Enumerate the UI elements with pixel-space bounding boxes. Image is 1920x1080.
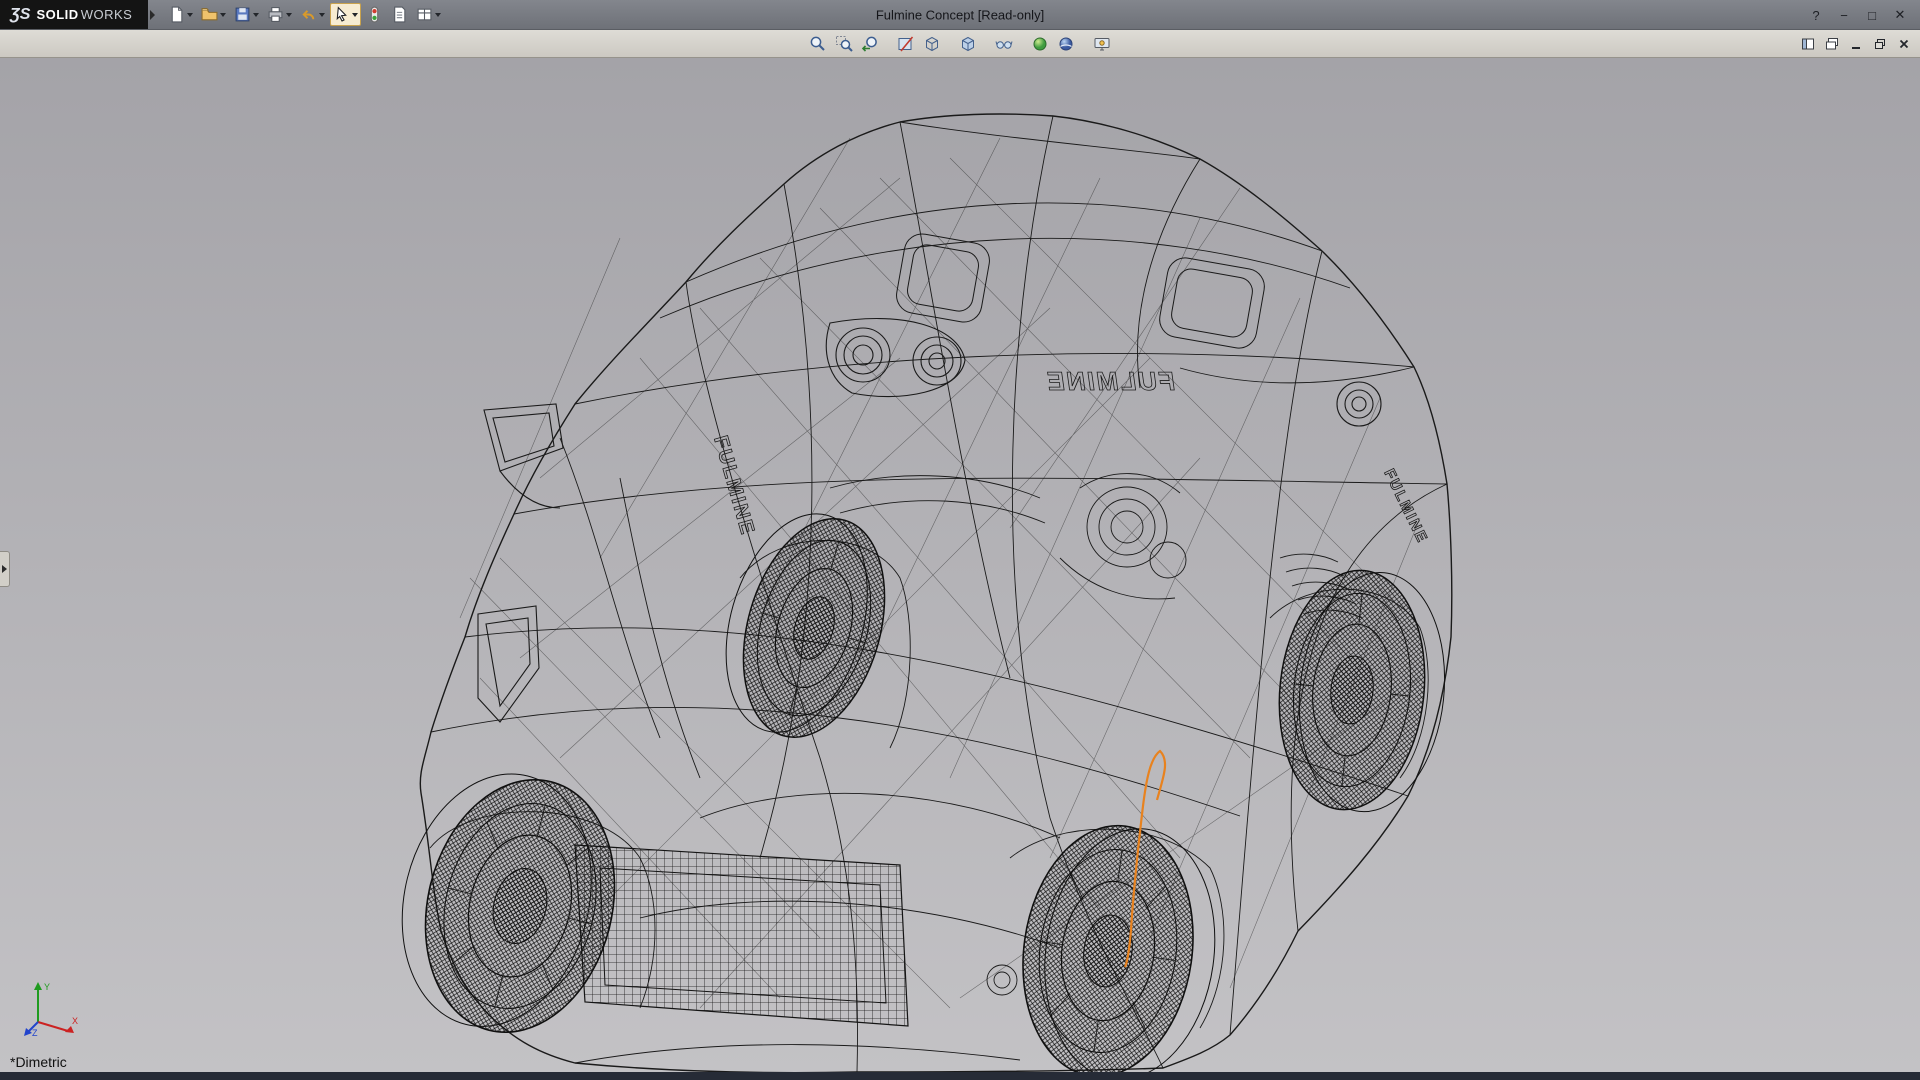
wheel-rear-left: [702, 497, 908, 754]
hide-show-items-button[interactable]: [992, 32, 1016, 56]
triad-z-label: Z: [32, 1028, 38, 1038]
expand-panel-arrow-icon: [2, 565, 7, 573]
dropdown-caret-icon[interactable]: [187, 13, 193, 17]
scene-sphere-icon: [1057, 35, 1075, 53]
restore-document-icon: [1873, 37, 1887, 51]
print-icon: [267, 6, 284, 23]
select-cursor-icon: [333, 6, 350, 23]
save-button[interactable]: [231, 3, 262, 26]
view-settings-button[interactable]: [1090, 32, 1114, 56]
logo-text-solid: SOLID: [36, 7, 78, 22]
edit-appearance-button[interactable]: [1028, 32, 1052, 56]
bottom-edge-strip: [0, 1072, 1920, 1080]
cascade-windows-icon: [1825, 37, 1839, 51]
section-view-button[interactable]: [894, 32, 918, 56]
close-document-button[interactable]: [1894, 34, 1914, 54]
open-button[interactable]: [198, 3, 229, 26]
triad-x-label: X: [72, 1016, 78, 1026]
body-decals: FULMINE FULMINE FULMINE: [709, 366, 1431, 546]
view-orientation-button[interactable]: [920, 32, 944, 56]
decal-cowl: FULMINE: [1043, 366, 1177, 396]
menu-expand-arrow-icon[interactable]: [150, 10, 155, 20]
open-folder-icon: [201, 6, 218, 23]
front-grille: [575, 845, 908, 1026]
orientation-triad: Y X Z: [22, 976, 82, 1038]
rebuild-button[interactable]: [363, 3, 386, 26]
dock-pane-button[interactable]: [1798, 34, 1818, 54]
save-floppy-icon: [234, 6, 251, 23]
previous-view-icon: [861, 35, 879, 53]
zoom-to-area-button[interactable]: [832, 32, 856, 56]
dropdown-caret-icon[interactable]: [435, 13, 441, 17]
undo-arrow-icon: [300, 6, 317, 23]
window-controls: ? − □ ✕: [1804, 0, 1912, 30]
previous-view-button[interactable]: [858, 32, 882, 56]
dock-pane-icon: [1801, 37, 1815, 51]
logo-text-works: WORKS: [81, 7, 133, 22]
graphics-viewport[interactable]: FULMINE FULMINE FULMINE Y X Z *Dimetric: [0, 58, 1920, 1072]
file-properties-button[interactable]: [388, 3, 411, 26]
minimize-document-button[interactable]: [1846, 34, 1866, 54]
decal-rear: FULMINE: [1380, 466, 1431, 546]
zoom-to-fit-button[interactable]: [806, 32, 830, 56]
maximize-button[interactable]: □: [1860, 5, 1884, 25]
display-style-cube-icon: [959, 35, 977, 53]
close-button[interactable]: ✕: [1888, 5, 1912, 25]
file-properties-icon: [391, 6, 408, 23]
dropdown-caret-icon[interactable]: [319, 13, 325, 17]
cascade-windows-button[interactable]: [1822, 34, 1842, 54]
3ds-logo-icon: ƷS: [10, 6, 30, 24]
help-button[interactable]: ?: [1804, 5, 1828, 25]
wheel-front-left: [376, 754, 640, 1053]
rebuild-stoplight-icon: [366, 6, 383, 23]
options-button[interactable]: [413, 3, 444, 26]
apply-scene-button[interactable]: [1054, 32, 1078, 56]
titlebar[interactable]: ƷS SOLID WORKS: [0, 0, 1920, 30]
mirror-and-side-lamp: [478, 404, 563, 722]
new-document-button[interactable]: [165, 3, 196, 26]
minimize-document-icon: [1849, 37, 1863, 51]
view-settings-icon: [1093, 35, 1111, 53]
undo-button[interactable]: [297, 3, 328, 26]
minimize-button[interactable]: −: [1832, 5, 1856, 25]
select-tool-button[interactable]: [330, 3, 361, 26]
close-document-icon: [1897, 37, 1911, 51]
dropdown-caret-icon[interactable]: [286, 13, 292, 17]
new-document-icon: [168, 6, 185, 23]
wheel-front-right: [1007, 815, 1230, 1072]
model-wireframe: FULMINE FULMINE FULMINE: [0, 58, 1920, 1072]
main-toolbar: [165, 3, 444, 26]
zoom-to-fit-icon: [809, 35, 827, 53]
restore-document-button[interactable]: [1870, 34, 1890, 54]
view-orientation-label: *Dimetric: [10, 1054, 67, 1070]
view-toolbar: [0, 30, 1920, 58]
dropdown-caret-icon[interactable]: [220, 13, 226, 17]
hide-show-glasses-icon: [995, 35, 1013, 53]
mdi-window-controls: [1798, 34, 1914, 54]
options-table-icon: [416, 6, 433, 23]
dropdown-caret-icon[interactable]: [352, 13, 358, 17]
triad-y-label: Y: [44, 982, 50, 992]
solidworks-logo: ƷS SOLID WORKS: [0, 0, 148, 29]
print-button[interactable]: [264, 3, 295, 26]
display-style-button[interactable]: [956, 32, 980, 56]
dropdown-caret-icon[interactable]: [253, 13, 259, 17]
roof-openings: [894, 231, 1267, 351]
view-orientation-cube-icon: [923, 35, 941, 53]
view-toolbar-center: [806, 32, 1114, 56]
window-title: Fulmine Concept [Read-only]: [876, 7, 1044, 22]
feature-manager-flyout-tab[interactable]: [0, 551, 10, 587]
zoom-to-area-icon: [835, 35, 853, 53]
section-view-icon: [897, 35, 915, 53]
appearance-sphere-icon: [1031, 35, 1049, 53]
